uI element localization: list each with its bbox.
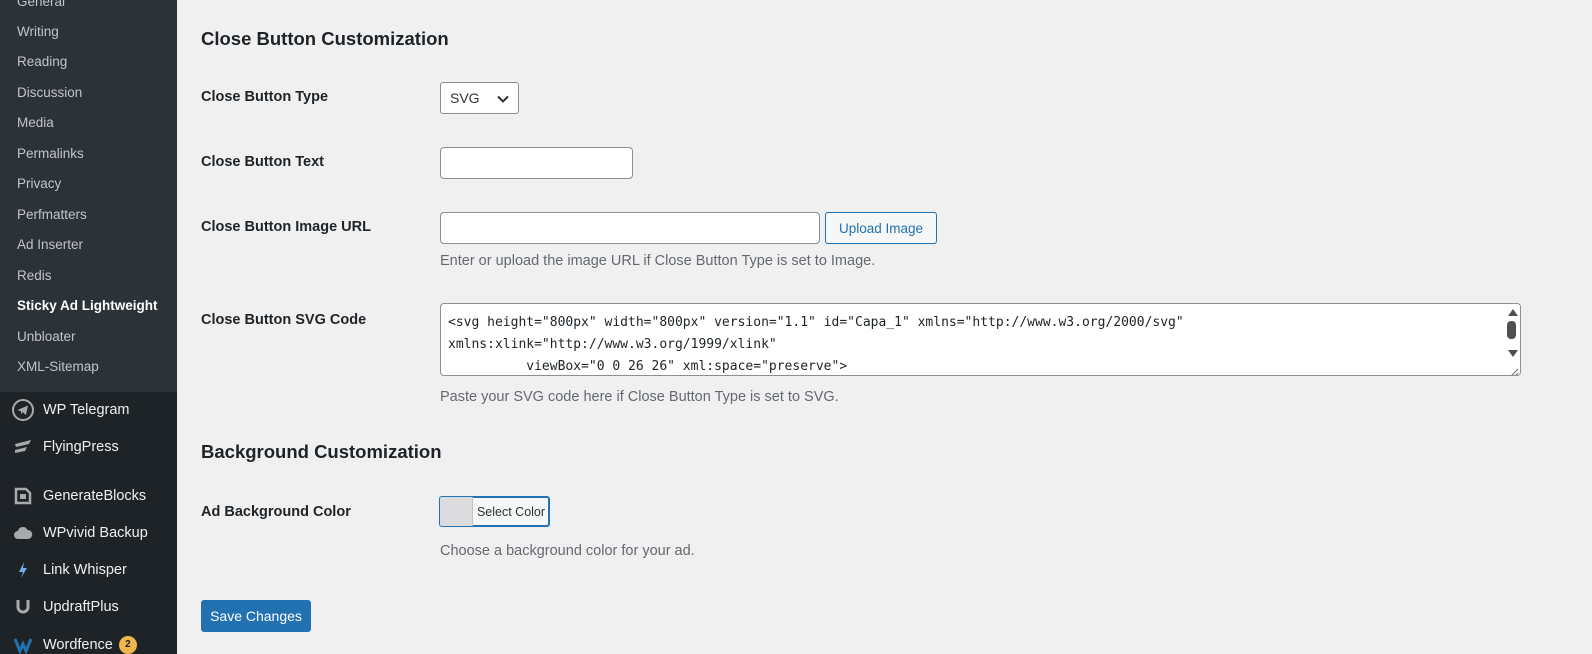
menu-item-link-whisper[interactable]: Link Whisper [12, 557, 127, 583]
close-section-title: Close Button Customization [201, 28, 449, 49]
upload-image-button[interactable]: Upload Image [825, 212, 937, 244]
submenu-item-writing[interactable]: Writing [17, 24, 59, 39]
cloud-icon [12, 522, 34, 544]
settings-submenu: General Writing Reading Discussion Media… [0, 0, 177, 392]
menu-item-wp-telegram[interactable]: WP Telegram [12, 397, 130, 423]
submenu-item-xml-sitemap[interactable]: XML-Sitemap [17, 359, 99, 374]
generateblocks-icon [12, 485, 34, 507]
resize-handle-icon[interactable] [1509, 364, 1519, 375]
menu-item-generateblocks[interactable]: GenerateBlocks [12, 483, 146, 509]
flyingpress-icon [12, 436, 34, 458]
admin-sidebar: General Writing Reading Discussion Media… [0, 0, 177, 654]
close-type-select[interactable]: SVG [440, 82, 519, 114]
save-changes-button[interactable]: Save Changes [201, 600, 311, 632]
submenu-item-general[interactable]: General [17, 0, 65, 9]
menu-item-wpvivid-backup[interactable]: WPvivid Backup [12, 520, 148, 546]
submenu-item-sticky-ad-lightweight[interactable]: Sticky Ad Lightweight [17, 298, 158, 313]
select-color-label: Select Color [476, 504, 546, 519]
menu-item-label: UpdraftPlus [43, 599, 119, 615]
scroll-thumb[interactable] [1507, 321, 1516, 339]
scroll-up-arrow-icon[interactable] [1508, 309, 1518, 316]
close-text-label: Close Button Text [201, 154, 324, 170]
update-count-badge: 2 [118, 636, 137, 654]
submenu-item-redis[interactable]: Redis [17, 268, 52, 283]
close-image-description: Enter or upload the image URL if Close B… [440, 253, 876, 269]
menu-item-label: WP Telegram [43, 402, 130, 418]
menu-item-updraftplus[interactable]: UpdraftPlus [12, 594, 119, 620]
settings-form: Close Button Customization Close Button … [201, 0, 1561, 654]
submenu-item-privacy[interactable]: Privacy [17, 176, 61, 191]
close-type-label: Close Button Type [201, 89, 329, 105]
menu-item-label: GenerateBlocks [43, 488, 147, 504]
link-whisper-icon [12, 559, 34, 581]
submenu-item-unbloater[interactable]: Unbloater [17, 329, 76, 344]
submenu-item-discussion[interactable]: Discussion [17, 85, 82, 100]
submenu-item-permalinks[interactable]: Permalinks [17, 146, 84, 161]
background-color-label: Ad Background Color [201, 504, 351, 520]
menu-item-wordfence[interactable]: Wordfence 2 [12, 632, 137, 654]
wordfence-icon [12, 634, 34, 654]
color-swatch [440, 497, 473, 526]
menu-item-label: Wordfence [43, 637, 113, 653]
chevron-down-icon [496, 92, 510, 109]
background-section-title: Background Customization [201, 441, 442, 462]
updraftplus-icon [12, 596, 34, 618]
close-type-value: SVG [450, 90, 480, 106]
close-text-input[interactable] [440, 147, 633, 179]
telegram-icon [12, 399, 34, 421]
close-svg-textarea[interactable]: <svg height="800px" width="800px" versio… [440, 303, 1521, 376]
menu-item-label: WPvivid Backup [43, 525, 148, 541]
close-image-url-label: Close Button Image URL [201, 219, 371, 235]
menu-item-label: Link Whisper [43, 562, 127, 578]
close-image-url-input[interactable] [440, 212, 820, 244]
menu-item-label: FlyingPress [43, 439, 119, 455]
submenu-item-media[interactable]: Media [17, 115, 54, 130]
close-svg-description: Paste your SVG code here if Close Button… [440, 389, 839, 405]
close-svg-code: <svg height="800px" width="800px" versio… [448, 315, 1184, 374]
submenu-item-perfmatters[interactable]: Perfmatters [17, 207, 87, 222]
submenu-item-ad-inserter[interactable]: Ad Inserter [17, 237, 83, 252]
close-svg-label: Close Button SVG Code [201, 312, 367, 328]
submenu-item-reading[interactable]: Reading [17, 54, 67, 69]
background-color-description: Choose a background color for your ad. [440, 543, 695, 559]
select-color-button[interactable]: Select Color [439, 496, 550, 527]
menu-item-flyingpress[interactable]: FlyingPress [12, 434, 119, 460]
scroll-down-arrow-icon[interactable] [1508, 350, 1518, 357]
